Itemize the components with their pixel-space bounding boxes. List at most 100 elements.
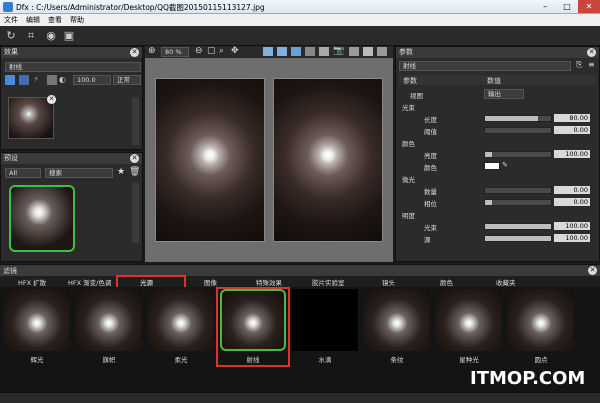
param-brightness-value[interactable]: 100.00 xyxy=(554,150,590,158)
color-swatch[interactable] xyxy=(484,162,500,170)
blend-mode-select[interactable]: 正常 xyxy=(113,75,141,85)
param-effect-field[interactable]: 射线 xyxy=(399,61,571,71)
save-preset-icon[interactable]: ⎘ xyxy=(576,60,582,70)
filter-thumb-glow[interactable] xyxy=(4,289,70,351)
param-length-value[interactable]: 80.00 xyxy=(554,114,590,122)
group-beam-label[interactable]: 光束 xyxy=(402,102,415,112)
preset-search-input[interactable]: 搜索 xyxy=(45,168,113,178)
tab-image[interactable]: 图像 xyxy=(204,277,217,287)
param-amount-slider[interactable] xyxy=(484,187,552,194)
param-threshold-value[interactable]: 0.00 xyxy=(554,126,590,134)
tab-lens[interactable]: 镜头 xyxy=(382,277,395,287)
presets-scrollbar[interactable] xyxy=(132,183,139,243)
tab-special[interactable]: 特殊效果 xyxy=(256,277,282,287)
app-icon xyxy=(3,2,13,12)
menu-edit[interactable]: 编辑 xyxy=(22,14,44,26)
result-image[interactable] xyxy=(273,78,383,242)
menu-help[interactable]: 帮助 xyxy=(66,14,88,26)
params-panel-header: 参数 ✕ xyxy=(396,47,599,58)
preview-icon[interactable] xyxy=(349,47,359,56)
gray-view-icon[interactable] xyxy=(305,47,315,56)
menu-icon[interactable]: ≡ xyxy=(588,60,595,69)
tab-color[interactable]: 颜色 xyxy=(440,277,453,287)
pan-icon[interactable]: ✥ xyxy=(231,46,239,56)
param-source-value[interactable]: 100.00 xyxy=(554,234,590,242)
compare-view-icon[interactable] xyxy=(291,47,301,56)
original-image[interactable] xyxy=(155,78,265,242)
histogram-icon[interactable] xyxy=(363,47,373,56)
group-shimmer-label[interactable]: 微光 xyxy=(402,174,415,184)
param-view-select[interactable]: 输出 xyxy=(484,89,524,99)
mask-view-icon[interactable] xyxy=(319,47,329,56)
close-panel-icon[interactable]: ✕ xyxy=(130,48,139,57)
param-phase-slider[interactable] xyxy=(484,199,552,206)
group-color-label[interactable]: 颜色 xyxy=(402,138,415,148)
layer-icon[interactable] xyxy=(5,75,15,85)
remove-effect-icon[interactable]: ✕ xyxy=(47,95,56,104)
mix-icon[interactable]: ◐ xyxy=(59,75,69,85)
param-threshold-slider[interactable] xyxy=(484,127,552,134)
monitor-icon[interactable] xyxy=(19,75,29,85)
star-icon[interactable]: ★ xyxy=(117,167,125,177)
preset-thumbnail-selected[interactable] xyxy=(9,185,75,252)
tab-favorites[interactable]: 收藏夹 xyxy=(496,277,516,287)
maximize-button[interactable]: □ xyxy=(556,0,578,13)
zoom-field[interactable]: 80 % xyxy=(161,47,189,57)
zoom-out-icon[interactable]: ⊖ xyxy=(195,46,203,56)
effects-scrollbar[interactable] xyxy=(132,97,139,145)
crop-icon[interactable]: ⌗ xyxy=(24,29,38,43)
canvas-area[interactable] xyxy=(145,58,393,262)
param-beam-slider[interactable] xyxy=(484,223,552,230)
lightning-icon[interactable]: ⚡ xyxy=(33,75,43,85)
effect-name-field[interactable]: 射线 xyxy=(5,62,141,72)
camera-icon[interactable]: 📷 xyxy=(333,46,344,56)
fit-icon[interactable]: ▢ xyxy=(207,46,216,56)
filter-thumb-dots[interactable] xyxy=(508,289,574,351)
param-amount-value[interactable]: 0.00 xyxy=(554,186,590,194)
filter-thumb-soft[interactable] xyxy=(148,289,214,351)
param-brightness-slider[interactable] xyxy=(484,151,552,158)
filter-thumb-water[interactable] xyxy=(292,289,358,351)
param-phase-value[interactable]: 0.00 xyxy=(554,198,590,206)
filter-label-soft: 柔光 xyxy=(174,356,188,364)
split-view-icon[interactable] xyxy=(263,47,273,56)
effect-thumbnail[interactable]: ✕ xyxy=(8,95,56,139)
opacity-field[interactable]: 100.0 xyxy=(73,75,111,85)
single-view-icon[interactable] xyxy=(277,47,287,56)
category-select[interactable]: All xyxy=(5,168,41,178)
param-beam-value[interactable]: 100.00 xyxy=(554,222,590,230)
filters-title: 滤镜 xyxy=(3,267,17,275)
frame-icon[interactable]: ▣ xyxy=(62,29,76,43)
effects-panel: 效果 ✕ 射线 ⚡ ◐ 100.0 正常 ✕ xyxy=(0,46,143,150)
filter-thumb-flag[interactable] xyxy=(76,289,142,351)
filter-label-rays: 射线 xyxy=(246,356,260,364)
minimize-button[interactable]: – xyxy=(534,0,556,13)
tab-film-lab[interactable]: 胶片实验室 xyxy=(312,277,345,287)
param-phase-label: 相位 xyxy=(424,200,437,208)
param-source-label: 源 xyxy=(424,236,431,244)
eyedropper-icon[interactable]: ✎ xyxy=(502,161,508,169)
filter-label-stripe: 条纹 xyxy=(390,356,404,364)
param-source-slider[interactable] xyxy=(484,235,552,242)
group-lightness-label[interactable]: 明度 xyxy=(402,210,415,220)
tab-hfx-diffuse[interactable]: HFX 扩散 xyxy=(18,277,46,287)
zoom-in-icon[interactable]: ⊕ xyxy=(148,46,156,56)
menu-file[interactable]: 文件 xyxy=(0,14,22,26)
trash-icon[interactable]: 🗑 xyxy=(129,167,140,177)
close-panel-icon[interactable]: ✕ xyxy=(587,48,596,57)
col-param: 参数 xyxy=(403,77,417,85)
close-button[interactable]: ✕ xyxy=(578,0,600,13)
menu-view[interactable]: 查看 xyxy=(44,14,66,26)
mask-icon[interactable]: ◉ xyxy=(44,29,58,43)
image-icon[interactable] xyxy=(377,47,387,56)
tab-hfx-grad[interactable]: HFX 渐变/色调 xyxy=(68,277,111,287)
close-panel-icon[interactable]: ✕ xyxy=(130,154,139,163)
zoom-icon[interactable]: ⌕ xyxy=(219,46,224,56)
params-rows: 视图 输出 光束 长度 80.00 阈值 0.00 颜色 亮度 100.00 颜… xyxy=(396,86,600,263)
close-panel-icon[interactable]: ✕ xyxy=(588,266,597,275)
filter-thumb-stripe[interactable] xyxy=(364,289,430,351)
param-length-slider[interactable] xyxy=(484,115,552,122)
filter-thumb-star[interactable] xyxy=(436,289,502,351)
paint-icon[interactable] xyxy=(47,75,57,85)
reset-icon[interactable]: ↻ xyxy=(4,29,18,43)
